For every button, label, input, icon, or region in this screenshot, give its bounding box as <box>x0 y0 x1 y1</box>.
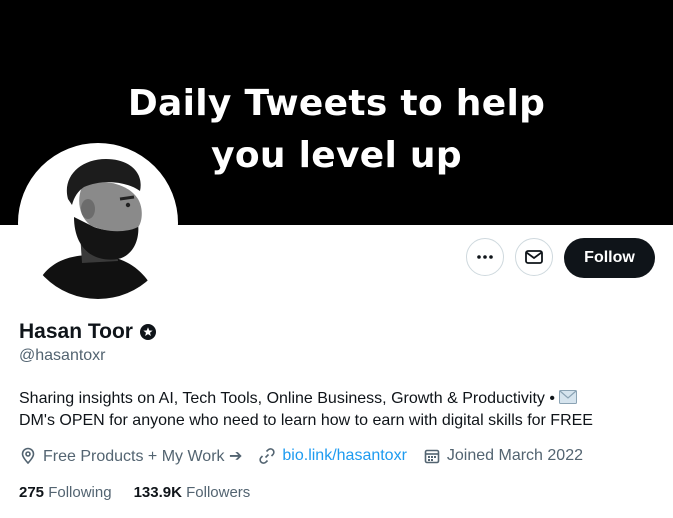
joined-text: Joined March 2022 <box>446 447 583 464</box>
more-options-button[interactable] <box>466 238 504 276</box>
joined-item: Joined March 2022 <box>423 447 583 465</box>
more-horizontal-icon <box>477 255 493 259</box>
message-button[interactable] <box>515 238 553 276</box>
follow-button[interactable]: Follow <box>564 238 655 278</box>
profile-bio: Sharing insights on AI, Tech Tools, Onli… <box>19 388 659 432</box>
banner-line-1: Daily Tweets to help <box>127 83 546 124</box>
profile-handle: @hasantoxr <box>19 347 106 364</box>
followers-count: 133.9K <box>133 484 182 501</box>
following-link[interactable]: 275 Following <box>19 484 112 501</box>
following-label: Following <box>48 484 112 501</box>
website-item[interactable]: bio.link/hasantoxr <box>258 447 407 465</box>
link-icon <box>259 448 276 464</box>
avatar[interactable] <box>18 143 178 303</box>
verified-badge-icon[interactable] <box>139 323 157 341</box>
profile-meta: Free Products + My Work ➔ bio.link/hasan… <box>19 446 599 466</box>
bio-text-2: DM's OPEN for anyone who need to learn h… <box>19 412 593 429</box>
envelope-icon <box>525 250 543 264</box>
calendar-icon <box>424 449 440 464</box>
website-link[interactable]: bio.link/hasantoxr <box>282 447 407 465</box>
followers-label: Followers <box>186 484 251 501</box>
location-text: Free Products + My Work ➔ <box>43 448 243 465</box>
display-name: Hasan Toor <box>19 320 133 343</box>
follow-stats: 275 Following 133.9K Followers <box>19 484 272 501</box>
location-item: Free Products + My Work ➔ <box>19 446 242 466</box>
envelope-emoji-icon <box>559 390 578 404</box>
location-pin-icon <box>21 447 35 465</box>
name-row: Hasan Toor <box>19 320 157 344</box>
bio-text-1: Sharing insights on AI, Tech Tools, Onli… <box>19 390 555 407</box>
avatar-image <box>22 147 174 299</box>
following-count: 275 <box>19 484 45 501</box>
followers-link[interactable]: 133.9K Followers <box>134 484 251 501</box>
